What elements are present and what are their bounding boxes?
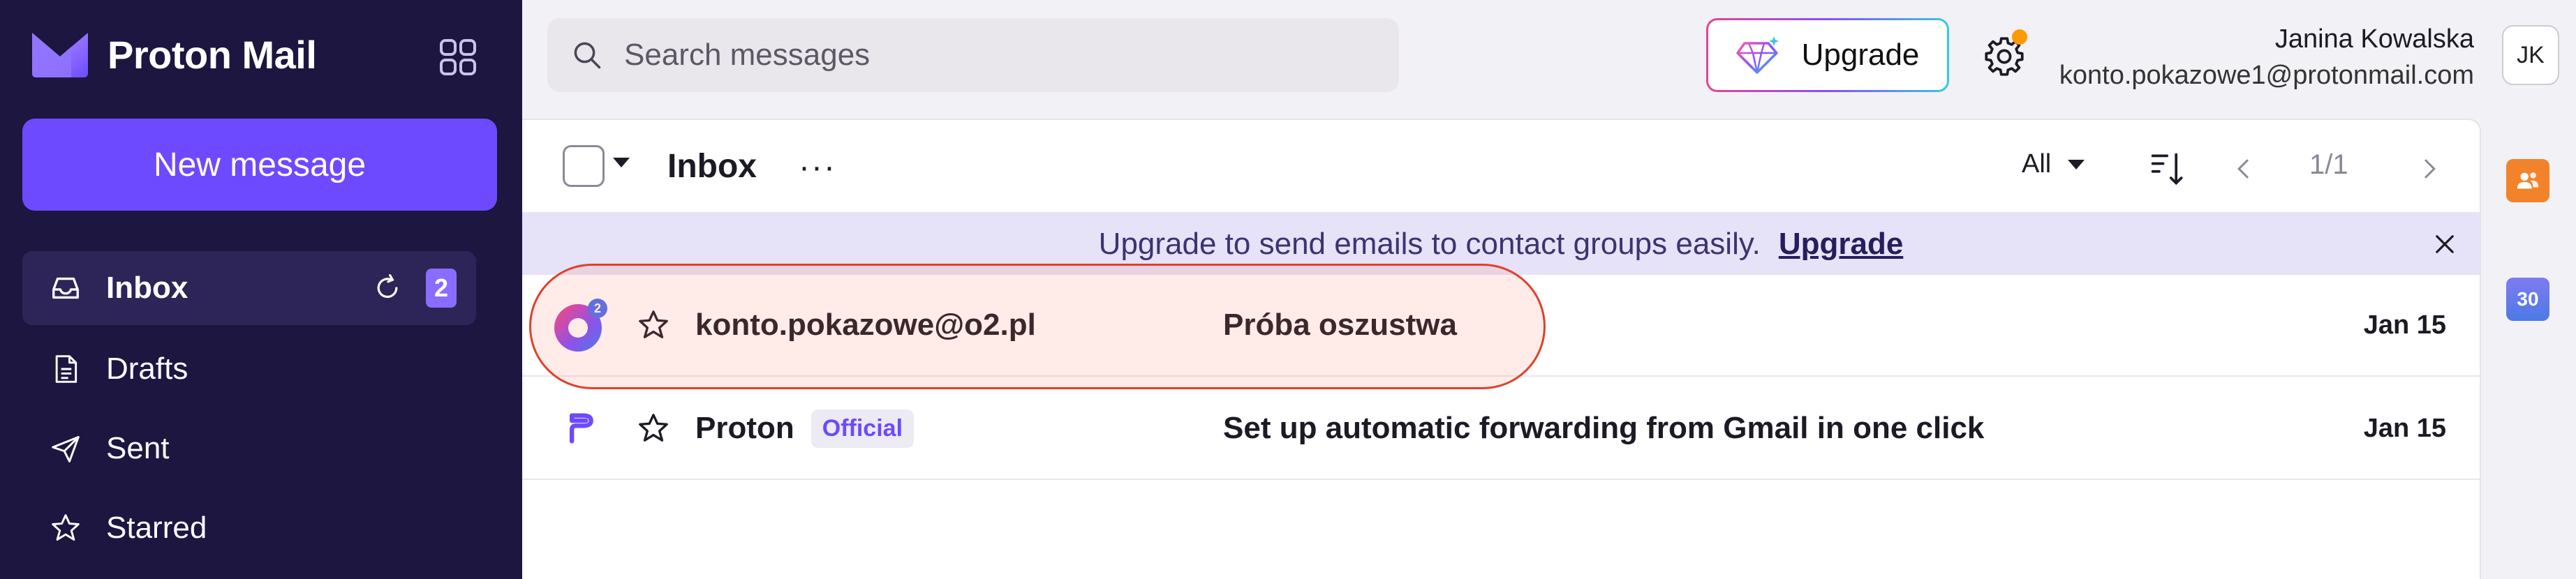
avatar[interactable]: JK: [2502, 25, 2559, 85]
drafts-icon: [49, 352, 82, 386]
inbox-icon: [49, 271, 82, 305]
sidebar-item-starred[interactable]: Starred: [22, 491, 476, 565]
filter-label: All: [2022, 149, 2052, 179]
star-icon[interactable]: [634, 409, 673, 448]
sidebar-item-inbox[interactable]: Inbox 2: [22, 251, 476, 325]
star-icon: [49, 511, 82, 545]
settings-button[interactable]: [1980, 29, 2029, 81]
message-date: Jan 15: [2363, 310, 2446, 340]
close-icon[interactable]: [2429, 229, 2460, 260]
highlight-annotation: [529, 264, 1546, 389]
sidebar-item-drafts[interactable]: Drafts: [22, 332, 476, 406]
next-page-icon[interactable]: [2410, 148, 2449, 190]
select-dropdown-chevron-icon[interactable]: [613, 158, 630, 167]
banner-upgrade-link[interactable]: Upgrade: [1779, 227, 1903, 262]
banner-text: Upgrade to send emails to contact groups…: [1098, 227, 1761, 261]
user-email: konto.pokazowe1@protonmail.com: [2059, 61, 2474, 90]
sidebar-item-label: Inbox: [106, 271, 188, 305]
app-name: Proton Mail: [108, 32, 317, 77]
calendar-icon[interactable]: 30: [2506, 278, 2549, 321]
sidebar-item-label: Sent: [106, 431, 170, 465]
list-toolbar: Inbox ··· All 1/1: [522, 120, 2480, 213]
new-message-button[interactable]: New message: [22, 119, 497, 211]
sidebar-item-label: Starred: [106, 511, 207, 545]
message-date: Jan 15: [2363, 413, 2446, 443]
upgrade-button[interactable]: Upgrade: [1706, 18, 1949, 92]
search-input[interactable]: [624, 38, 1378, 73]
message-row[interactable]: Proton Official Set up automatic forward…: [522, 378, 2480, 480]
proton-logo-icon: [552, 399, 610, 458]
message-subject: Set up automatic forwarding from Gmail i…: [1223, 411, 1985, 445]
filter-dropdown[interactable]: All: [2022, 149, 2085, 179]
diamond-icon: [1735, 36, 1779, 74]
official-badge: Official: [810, 409, 915, 448]
sidebar-item-sent[interactable]: Sent: [22, 412, 476, 486]
user-info[interactable]: Janina Kowalska konto.pokazowe1@protonma…: [2059, 21, 2474, 93]
contacts-icon[interactable]: [2506, 159, 2549, 202]
sidebar-item-label: Drafts: [106, 352, 188, 386]
search-bar[interactable]: [547, 18, 1399, 92]
previous-page-icon[interactable]: [2224, 148, 2263, 190]
sender-name-container: Proton Official: [695, 409, 915, 448]
sort-icon[interactable]: [2147, 148, 2189, 190]
refresh-icon[interactable]: [371, 272, 404, 304]
apps-grid-icon[interactable]: [433, 32, 483, 82]
proton-mail-logo[interactable]: Proton Mail: [29, 29, 317, 80]
select-all-checkbox[interactable]: [563, 145, 605, 187]
upgrade-label: Upgrade: [1801, 38, 1920, 72]
chevron-down-icon: [2068, 159, 2085, 170]
page-indicator: 1/1: [2309, 149, 2348, 180]
search-icon: [571, 39, 603, 71]
user-name: Janina Kowalska: [2274, 24, 2474, 54]
more-options-icon[interactable]: ···: [793, 145, 842, 188]
sidebar: Proton Mail New message Inbox 2 Drafts S…: [0, 0, 522, 579]
notification-dot: [2012, 29, 2027, 45]
proton-mail-logo-icon: [32, 33, 88, 77]
unread-count-badge: 2: [426, 269, 457, 308]
folder-title: Inbox: [667, 148, 757, 185]
sender-name: Proton: [695, 411, 794, 445]
sent-icon: [49, 432, 82, 465]
calendar-day: 30: [2517, 288, 2539, 310]
